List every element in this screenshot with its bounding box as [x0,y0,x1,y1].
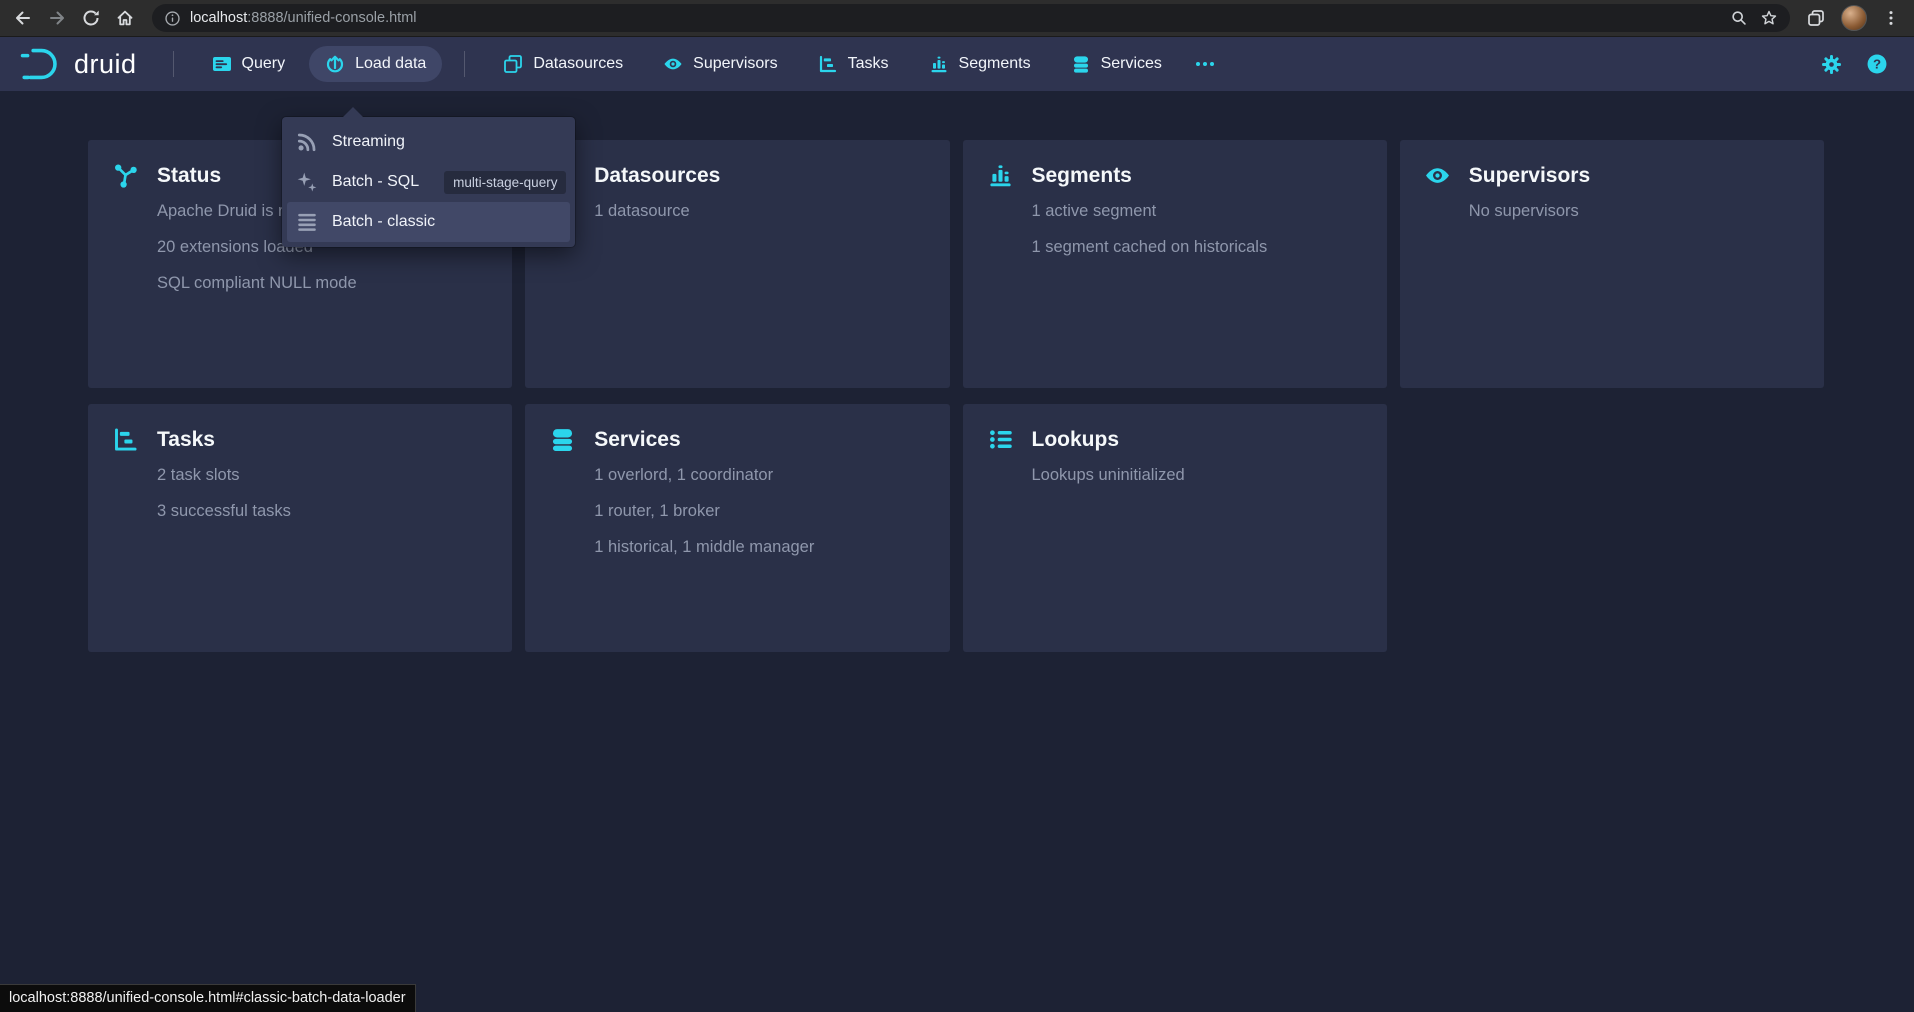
svg-text:?: ? [1873,57,1881,72]
ellipsis-icon [1194,54,1216,74]
card-line: 1 active segment [1032,202,1363,221]
sparkles-icon [296,171,318,193]
load-data-menu: Streaming Batch - SQL multi-stage-query … [282,117,575,247]
status-graph-icon [112,162,139,189]
druid-logo[interactable]: druid [18,45,137,83]
card-line: SQL compliant NULL mode [157,274,488,293]
layers-icon [503,54,523,74]
menu-item-streaming[interactable]: Streaming [287,122,570,162]
nav-services-button[interactable]: Services [1055,46,1178,82]
nav-more-button[interactable] [1186,46,1224,82]
bar-chart-icon [987,162,1014,189]
nav-segments-button[interactable]: Segments [913,46,1047,82]
gantt-icon [818,54,838,74]
nav-query-label: Query [242,55,286,73]
profile-avatar[interactable] [1841,5,1867,31]
card-title: Datasources [594,164,720,188]
lookups-card[interactable]: Lookups Lookups uninitialized [963,404,1387,652]
card-title: Status [157,164,221,188]
reload-icon [81,8,101,28]
card-line: 1 router, 1 broker [594,502,925,521]
card-title: Segments [1032,164,1132,188]
properties-list-icon [987,426,1014,453]
card-title: Lookups [1032,428,1120,452]
address-bar[interactable]: localhost:8888/unified-console.html [152,4,1790,32]
druid-navbar: druid Query Load data Datasources Superv… [0,37,1914,91]
card-line: 1 segment cached on historicals [1032,238,1363,257]
card-title: Services [594,428,680,452]
multi-stage-query-tag: multi-stage-query [444,171,566,194]
bookmark-star-icon[interactable] [1760,9,1778,27]
services-card[interactable]: Services 1 overlord, 1 coordinator 1 rou… [525,404,949,652]
feed-icon [296,131,318,153]
nav-load-data-label: Load data [355,55,426,73]
gantt-icon [112,426,139,453]
menu-item-batch-classic[interactable]: Batch - classic [287,202,570,242]
nav-tasks-label: Tasks [848,55,889,73]
browser-toolbar: localhost:8888/unified-console.html [0,0,1914,37]
database-icon [1071,54,1091,74]
back-arrow-icon [13,8,33,28]
tasks-card[interactable]: Tasks 2 task slots 3 successful tasks [88,404,512,652]
link-status-tooltip: localhost:8888/unified-console.html#clas… [0,984,416,1012]
browser-actions [1802,5,1904,31]
help-button[interactable]: ? [1858,46,1896,82]
nav-datasources-label: Datasources [533,55,623,73]
card-line: 1 historical, 1 middle manager [594,538,925,557]
card-line: Lookups uninitialized [1032,466,1363,485]
browser-reload-button[interactable] [76,3,106,33]
menu-item-label: Batch - classic [332,213,435,231]
gear-icon [1821,54,1842,75]
card-line: 2 task slots [157,466,488,485]
browser-menu-icon[interactable] [1882,9,1900,27]
supervisors-card[interactable]: Supervisors No supervisors [1400,140,1824,388]
nav-divider [173,51,174,77]
card-line: 1 datasource [594,202,925,221]
eye-icon [663,54,683,74]
browser-back-button[interactable] [8,3,38,33]
card-title: Supervisors [1469,164,1590,188]
help-icon: ? [1866,53,1888,75]
zoom-icon[interactable] [1730,9,1748,27]
site-info-icon[interactable] [164,10,181,27]
menu-item-label: Streaming [332,133,405,151]
card-line: 3 successful tasks [157,502,488,521]
nav-divider [464,51,465,77]
nav-services-label: Services [1101,55,1162,73]
menu-item-batch-sql[interactable]: Batch - SQL multi-stage-query [287,162,570,202]
card-line: 1 overlord, 1 coordinator [594,466,925,485]
url-host: localhost [190,10,247,26]
nav-query-button[interactable]: Query [196,46,302,82]
nav-datasources-button[interactable]: Datasources [487,46,639,82]
console-icon [212,54,232,74]
brand-name: druid [74,49,137,80]
list-icon [296,211,318,233]
tab-windows-icon[interactable] [1806,8,1826,28]
database-icon [549,426,576,453]
popover-caret [343,107,363,117]
card-title: Tasks [157,428,215,452]
menu-item-label: Batch - SQL [332,173,419,191]
druid-logo-icon [18,45,64,83]
nav-segments-label: Segments [959,55,1031,73]
url-text: localhost:8888/unified-console.html [190,10,417,26]
forward-arrow-icon [47,8,67,28]
nav-load-data-button[interactable]: Load data [309,46,442,82]
url-path: :8888/unified-console.html [247,10,416,26]
nav-tasks-button[interactable]: Tasks [802,46,905,82]
bar-chart-icon [929,54,949,74]
datasources-card[interactable]: Datasources 1 datasource [525,140,949,388]
segments-card[interactable]: Segments 1 active segment 1 segment cach… [963,140,1387,388]
card-line: No supervisors [1469,202,1800,221]
settings-button[interactable] [1812,46,1850,82]
home-icon [115,8,135,28]
browser-forward-button[interactable] [42,3,72,33]
upload-icon [325,54,345,74]
browser-home-button[interactable] [110,3,140,33]
nav-supervisors-button[interactable]: Supervisors [647,46,793,82]
eye-icon [1424,162,1451,189]
nav-supervisors-label: Supervisors [693,55,777,73]
